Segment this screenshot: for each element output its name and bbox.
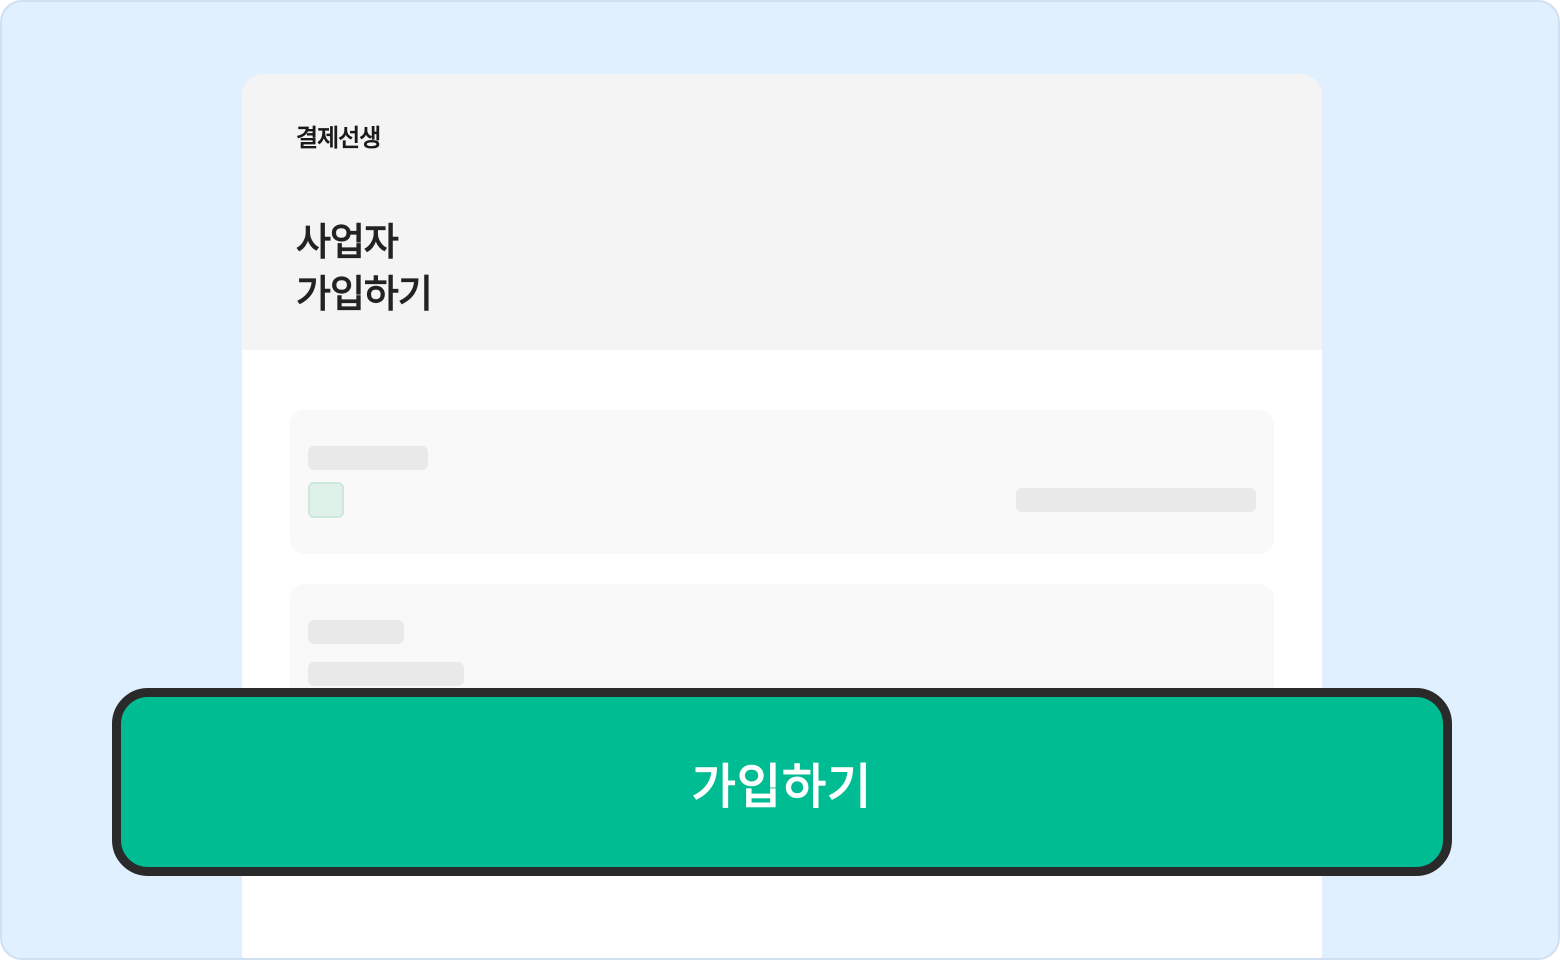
signup-button-label: 가입하기	[691, 759, 873, 815]
value-skeleton	[1016, 488, 1256, 512]
preview-frame: 결제선생 사업자 가입하기 가입하기	[0, 0, 1560, 960]
page-title-line-1: 사업자	[296, 220, 399, 264]
brand-logo: 결제선생	[296, 124, 381, 152]
page-title: 사업자 가입하기	[296, 216, 433, 320]
label-skeleton	[308, 446, 428, 470]
label-skeleton	[308, 620, 404, 644]
signup-button[interactable]: 가입하기	[112, 688, 1452, 876]
field-skeleton	[308, 662, 464, 686]
checkbox-placeholder[interactable]	[308, 482, 344, 518]
form-section-placeholder	[290, 410, 1274, 554]
page-title-line-2: 가입하기	[296, 272, 433, 316]
card-header: 결제선생 사업자 가입하기	[242, 74, 1322, 350]
